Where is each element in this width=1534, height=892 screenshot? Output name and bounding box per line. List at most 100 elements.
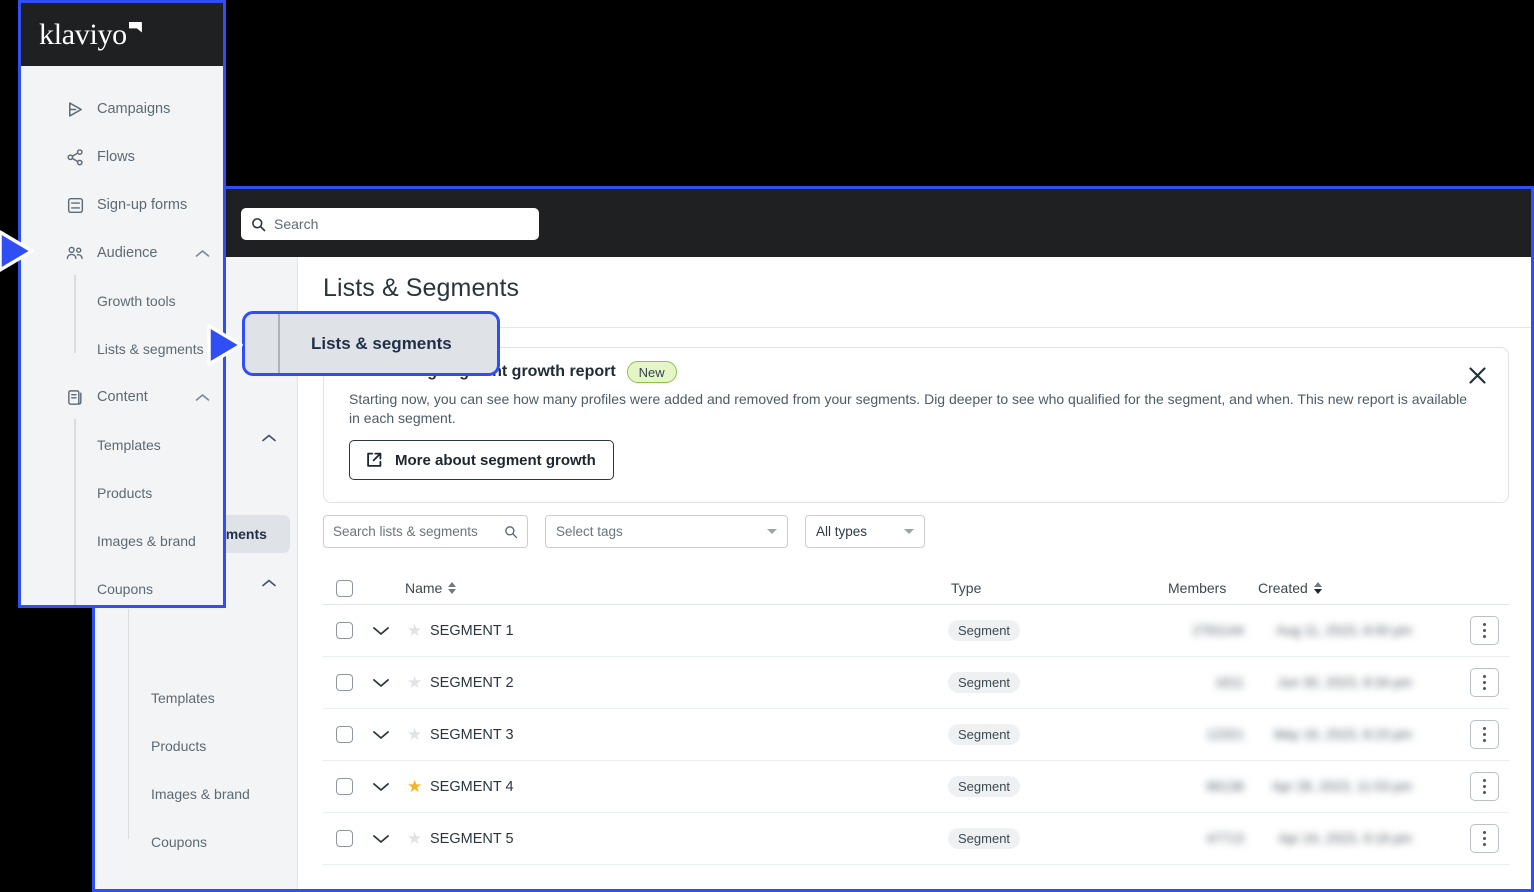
cursor-arrow-lists-segments <box>205 322 249 368</box>
all-types-dropdown[interactable]: All types <box>805 515 925 548</box>
row-name: SEGMENT 5 <box>430 830 514 847</box>
external-link-icon <box>365 451 383 469</box>
row-name: SEGMENT 2 <box>430 674 514 691</box>
lists-table: Name Type Members Created ★ SEGMENT 1 Se… <box>323 572 1509 865</box>
column-header-created[interactable]: Created <box>1258 580 1322 596</box>
kebab-menu-icon[interactable] <box>1470 616 1499 645</box>
sidebar-item-lists-and-segments[interactable]: Lists & segments <box>21 334 223 364</box>
sidebar-item-label: Audience <box>97 245 158 261</box>
row-name: SEGMENT 3 <box>430 726 514 743</box>
table-header-row: Name Type Members Created <box>323 572 1509 605</box>
row-type-badge: Segment <box>948 724 1021 745</box>
star-icon[interactable]: ★ <box>407 674 422 691</box>
chevron-down-icon[interactable] <box>372 730 390 740</box>
zoomed-sidebar-overlay: klaviyo Campaigns Flows Sign-up forms Au… <box>18 0 226 608</box>
row-checkbox[interactable] <box>336 726 353 743</box>
row-checkbox[interactable] <box>336 830 353 847</box>
sidebar-item-campaigns[interactable]: Campaigns <box>21 92 223 126</box>
chevron-up-icon <box>262 579 276 587</box>
sidebar-item-label: Products <box>97 485 153 501</box>
table-row[interactable]: ★ SEGMENT 3 Segment 12321 May 16, 2023, … <box>323 709 1509 761</box>
all-types-value: All types <box>816 524 868 539</box>
form-icon <box>65 195 85 215</box>
select-all-checkbox[interactable] <box>336 580 353 597</box>
star-icon[interactable]: ★ <box>407 622 422 639</box>
row-checkbox[interactable] <box>336 778 353 795</box>
search-icon <box>504 525 518 539</box>
flows-icon <box>65 147 85 167</box>
sidebar-item-label: Coupons <box>97 581 154 597</box>
sidebar-item-sign-up-forms[interactable]: Sign-up forms <box>21 188 223 222</box>
chevron-down-icon <box>767 529 777 534</box>
row-checkbox[interactable] <box>336 674 353 691</box>
sidebar-item-templates[interactable]: Templates <box>21 430 223 460</box>
row-type-badge: Segment <box>948 828 1021 849</box>
sidebar-item-images-and-brand[interactable]: Images & brand <box>21 526 223 556</box>
select-tags-placeholder: Select tags <box>556 524 623 539</box>
chevron-up-icon <box>195 393 210 402</box>
promo-body-text: Starting now, you can see how many profi… <box>349 391 1468 426</box>
row-type-badge: Segment <box>948 776 1021 797</box>
column-header-name[interactable]: Name <box>405 580 457 596</box>
sidebar-item-label: Lists & segments <box>97 341 204 357</box>
star-icon-filled[interactable]: ★ <box>407 778 422 795</box>
kebab-menu-icon[interactable] <box>1470 668 1499 697</box>
column-header-type[interactable]: Type <box>951 580 981 596</box>
close-icon[interactable] <box>1464 362 1490 388</box>
star-icon[interactable]: ★ <box>407 830 422 847</box>
chevron-down-icon[interactable] <box>372 678 390 688</box>
chevron-up-icon <box>195 249 210 258</box>
sort-icon-active <box>1313 582 1322 594</box>
sidebar-item-coupons[interactable]: Coupons <box>21 574 223 604</box>
chevron-down-icon[interactable] <box>372 782 390 792</box>
sidebar-item-content[interactable]: Content <box>21 380 223 414</box>
row-name: SEGMENT 1 <box>430 622 514 639</box>
app-top-bar: Search <box>95 189 1531 257</box>
highlighted-lists-and-segments-item[interactable]: Lists & segments <box>242 311 500 376</box>
sidebar-item-templates[interactable]: Templates <box>95 681 298 715</box>
status-badge-new: New <box>626 361 677 383</box>
table-row[interactable]: ★ SEGMENT 5 Segment 47713 Apr 24, 2023, … <box>323 813 1509 865</box>
table-row[interactable]: ★ SEGMENT 1 Segment 2781144 Aug 11, 2023… <box>323 605 1509 657</box>
sidebar-item-growth-tools[interactable]: Growth tools <box>21 286 223 316</box>
search-lists-input[interactable]: Search lists & segments <box>323 515 528 548</box>
row-created: Jun 30, 2023, 8:34 pm <box>1277 675 1412 690</box>
select-tags-dropdown[interactable]: Select tags <box>545 515 788 548</box>
row-members: 86138 <box>1206 779 1244 794</box>
sidebar-item-products[interactable]: Products <box>21 478 223 508</box>
kebab-menu-icon[interactable] <box>1470 772 1499 801</box>
sidebar-item-flows[interactable]: Flows <box>21 140 223 174</box>
cursor-arrow-audience <box>0 228 40 274</box>
chevron-down-icon[interactable] <box>372 626 390 636</box>
kebab-menu-icon[interactable] <box>1470 720 1499 749</box>
column-header-members[interactable]: Members <box>1168 580 1226 596</box>
sidebar-item-label: Campaigns <box>97 101 171 117</box>
sidebar-item-audience[interactable]: Audience <box>21 236 223 270</box>
sidebar-item-coupons[interactable]: Coupons <box>95 825 298 859</box>
promo-banner: Introducing segment growth report New St… <box>323 347 1509 503</box>
audience-icon <box>65 243 85 263</box>
row-created: Apr 24, 2023, 9:18 pm <box>1278 831 1412 846</box>
sidebar-item-products[interactable]: Products <box>95 729 298 763</box>
logo-flag-icon <box>128 21 142 33</box>
browser-viewport: Search Lists & segments <box>92 186 1534 892</box>
table-row[interactable]: ★ SEGMENT 4 Segment 86138 Apr 28, 2023, … <box>323 761 1509 813</box>
callout-label: Lists & segments <box>311 333 452 353</box>
global-search-input[interactable]: Search <box>241 208 539 240</box>
table-row[interactable]: ★ SEGMENT 2 Segment 1611 Jun 30, 2023, 8… <box>323 657 1509 709</box>
star-icon[interactable]: ★ <box>407 726 422 743</box>
more-about-segment-growth-button[interactable]: More about segment growth <box>349 440 614 480</box>
klaviyo-logo: klaviyo <box>21 3 223 66</box>
search-lists-placeholder: Search lists & segments <box>333 524 478 539</box>
kebab-menu-icon[interactable] <box>1470 824 1499 853</box>
sidebar-item-images-and-brand[interactable]: Images & brand <box>95 777 298 811</box>
search-icon <box>251 217 266 232</box>
chevron-down-icon <box>904 529 914 534</box>
sidebar-item-label: Templates <box>97 437 161 453</box>
screenshot-root: Search Lists & segments <box>0 0 1534 892</box>
row-checkbox[interactable] <box>336 622 353 639</box>
row-created: Apr 28, 2023, 11:03 pm <box>1271 779 1412 794</box>
chevron-up-icon <box>262 434 276 442</box>
row-members: 47713 <box>1206 831 1244 846</box>
chevron-down-icon[interactable] <box>372 834 390 844</box>
